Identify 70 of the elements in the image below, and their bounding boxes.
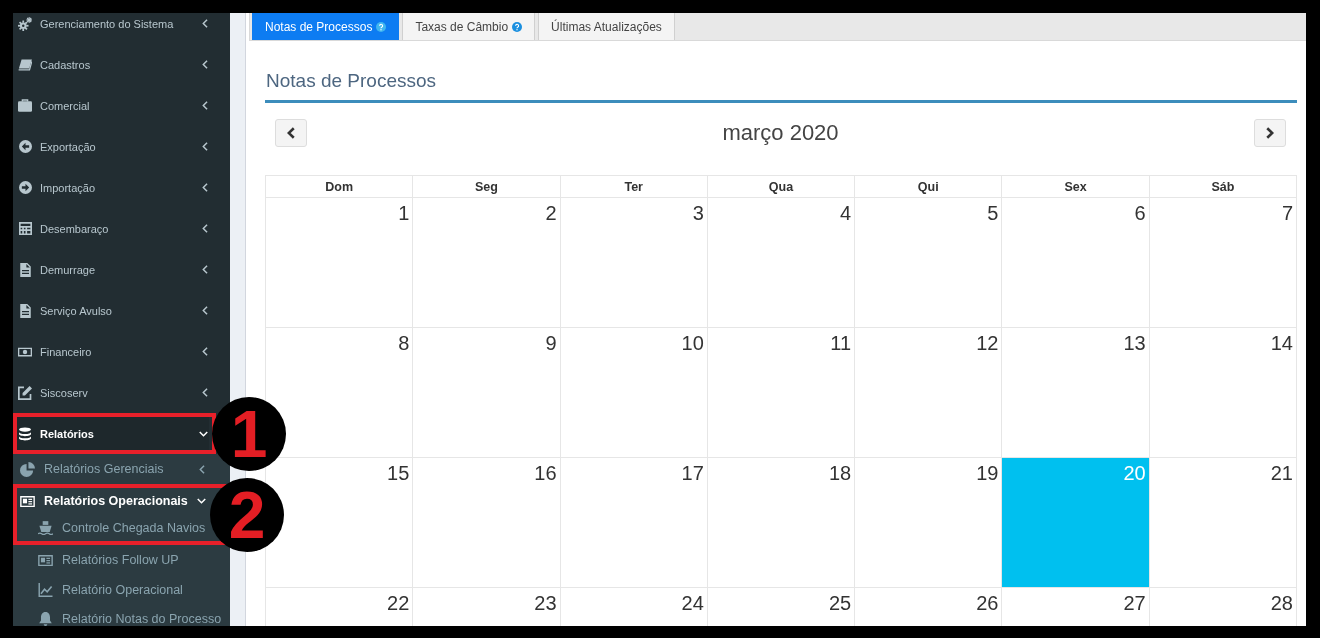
day-cell: 12: [854, 327, 1002, 458]
weekday-header: Dom: [265, 175, 413, 198]
next-month-button[interactable]: [1254, 119, 1286, 147]
arrow-circle-right-icon: [18, 181, 32, 194]
day-cell: 16: [412, 457, 561, 588]
day-cell: 4: [707, 197, 855, 328]
sidebar-item[interactable]: Relatórios Follow UP: [13, 545, 209, 575]
sidebar-item[interactable]: Relatório Operacional: [13, 575, 230, 605]
weekday-header: Sex: [1001, 175, 1150, 198]
line-chart-icon: [38, 583, 53, 597]
weekday-header: Seg: [412, 175, 561, 198]
ship-icon: [38, 520, 53, 535]
day-cell: 19: [854, 457, 1002, 588]
day-cell: 7: [1149, 197, 1297, 328]
weekday-header: Qua: [707, 175, 855, 198]
weekday-header: Qui: [854, 175, 1002, 198]
day-cell: 9: [412, 327, 561, 458]
book-icon: [18, 58, 32, 71]
sidebar-item[interactable]: Financeiro: [13, 331, 209, 372]
day-cell: 18: [707, 457, 855, 588]
day-cell: 13: [1001, 327, 1150, 458]
sidebar-item[interactable]: Controle Chegada Navios: [17, 514, 209, 541]
day-cell: 6: [1001, 197, 1150, 328]
tab[interactable]: Últimas Atualizações: [538, 13, 675, 40]
gears-icon: [18, 16, 32, 31]
bell-icon: [39, 612, 52, 626]
sidebar-item[interactable]: Demurrage: [13, 249, 209, 290]
banknote-icon: [18, 346, 32, 357]
document-icon: [19, 303, 31, 318]
sidebar-item[interactable]: Importação: [13, 167, 209, 208]
calculator-icon: [18, 222, 32, 235]
day-cell: 5: [854, 197, 1002, 328]
tab[interactable]: Taxas de Câmbio: [402, 13, 536, 40]
day-cell: 20: [1001, 457, 1150, 588]
arrow-circle-left-icon: [18, 140, 32, 153]
newspaper-icon: [20, 495, 35, 507]
sidebar-item[interactable]: Desembaraço: [13, 208, 209, 249]
sidebar-item[interactable]: Exportação: [13, 126, 209, 167]
sidebar-item[interactable]: Cadastros: [13, 44, 209, 85]
weekday-header: Sáb: [1149, 175, 1297, 198]
sidebar-item[interactable]: Relatórios: [17, 417, 209, 450]
panel-title: Notas de Processos: [265, 70, 438, 92]
weekday-header: Ter: [560, 175, 708, 198]
sidebar-item[interactable]: Serviço Avulso: [13, 290, 209, 331]
chevron-left-icon: [287, 127, 295, 139]
calendar-title: março 2020: [722, 120, 839, 146]
sidebar-item[interactable]: Relatórios Gerenciais: [13, 454, 209, 484]
day-cell: 14: [1149, 327, 1297, 458]
day-cell: 2: [412, 197, 561, 328]
edit-icon: [18, 385, 32, 400]
sidebar-item[interactable]: Comercial: [13, 85, 209, 126]
previous-month-button[interactable]: [275, 119, 307, 147]
sidebar-item[interactable]: Gerenciamento do Sistema: [13, 13, 209, 44]
document-icon: [19, 262, 31, 277]
briefcase-icon: [18, 99, 32, 112]
day-cell: 1: [265, 197, 413, 328]
day-cell: 22: [265, 587, 413, 626]
database-icon: [19, 426, 31, 441]
chevron-right-icon: [1266, 127, 1274, 139]
sidebar-item[interactable]: Relatórios Operacionais: [17, 488, 209, 515]
day-cell: 10: [560, 327, 708, 458]
day-cell: 17: [560, 457, 708, 588]
newspaper-icon: [38, 554, 53, 566]
day-cell: 11: [707, 327, 855, 458]
sidebar-item[interactable]: Relatório Notas do Processo: [13, 605, 230, 626]
day-cell: 3: [560, 197, 708, 328]
tab[interactable]: Notas de Processos: [252, 13, 400, 40]
pie-chart-icon: [20, 461, 35, 477]
day-cell: 21: [1149, 457, 1297, 588]
sidebar-item[interactable]: Siscoserv: [13, 372, 209, 413]
